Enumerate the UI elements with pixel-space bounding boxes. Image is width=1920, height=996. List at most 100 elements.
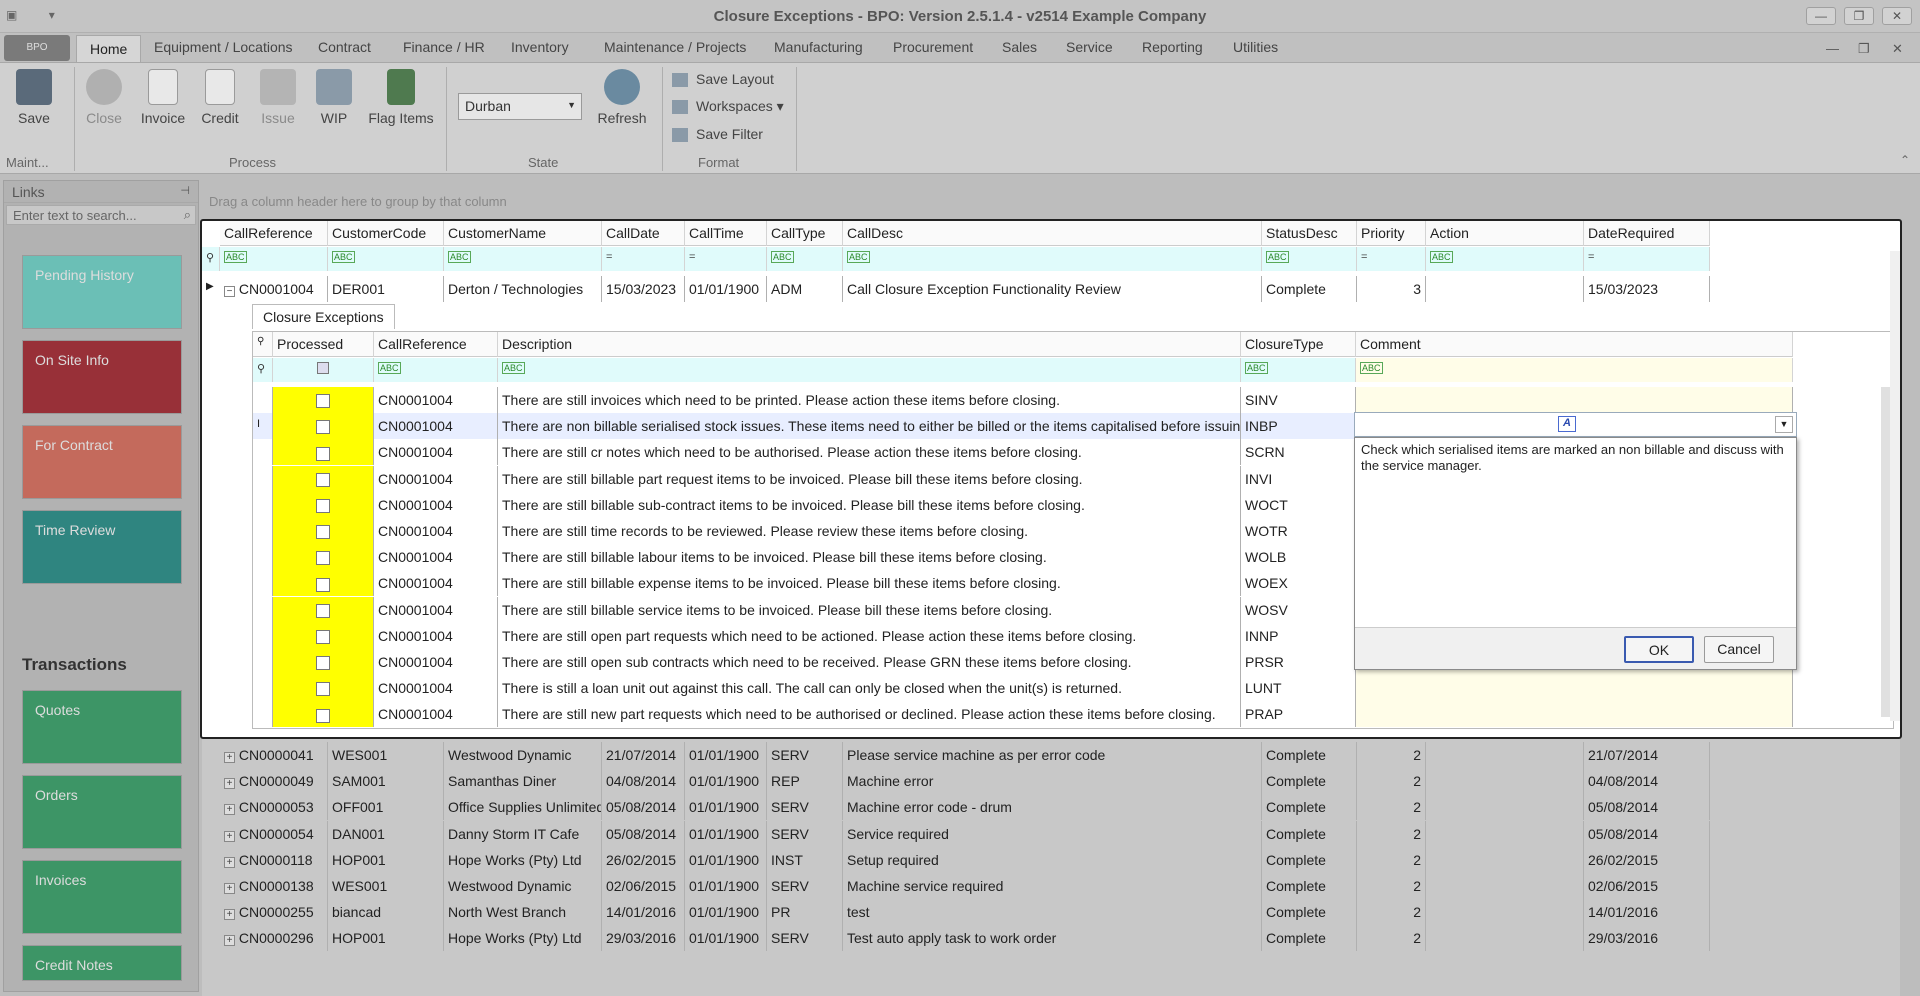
tile-orders[interactable]: Orders (22, 775, 182, 849)
processed-checkbox[interactable] (316, 577, 330, 592)
save-button[interactable]: Save (14, 69, 54, 126)
filter-calltype[interactable]: ABC (767, 247, 843, 271)
processed-checkbox-cell[interactable] (273, 413, 374, 440)
processed-checkbox[interactable] (316, 446, 330, 461)
expand-icon[interactable]: + (224, 830, 235, 842)
col-processed[interactable]: Processed (273, 332, 374, 357)
col-closuretype[interactable]: ClosureType (1241, 332, 1356, 357)
tab-procurement[interactable]: Procurement (893, 39, 973, 55)
tab-manufacturing[interactable]: Manufacturing (774, 39, 863, 55)
close-button[interactable]: Close (84, 69, 124, 126)
save-layout-button[interactable]: Save Layout (672, 71, 774, 88)
flag-items-button[interactable]: Flag Items (368, 69, 434, 126)
wip-button[interactable]: WIP (314, 69, 354, 126)
processed-checkbox-cell[interactable] (273, 596, 374, 623)
col-calltype[interactable]: CallType (767, 221, 843, 246)
col-sub-callreference[interactable]: CallReference (374, 332, 498, 357)
call-row[interactable]: + CN0000049 SAM001 Samanthas Diner 04/08/20… (220, 768, 1710, 795)
processed-checkbox[interactable] (316, 551, 330, 566)
processed-checkbox[interactable] (316, 603, 330, 618)
cell-comment[interactable] (1356, 387, 1793, 413)
col-callreference[interactable]: CallReference (220, 221, 328, 246)
close-window-button[interactable]: ✕ (1882, 7, 1912, 25)
exception-row[interactable]: CN0001004 There are still new part reques… (253, 701, 1793, 728)
credit-button[interactable]: Credit (198, 69, 242, 126)
location-combobox[interactable]: Durban (458, 93, 582, 120)
mdi-close-button[interactable]: ✕ (1892, 41, 1903, 57)
filter-comment[interactable]: ABC (1356, 358, 1793, 382)
tab-maintenance-projects[interactable]: Maintenance / Projects (604, 39, 746, 55)
processed-checkbox[interactable] (316, 394, 330, 409)
tab-service[interactable]: Service (1066, 39, 1113, 55)
processed-checkbox-cell[interactable] (273, 465, 374, 492)
filter-customername[interactable]: ABC (444, 247, 602, 271)
exception-row[interactable]: CN0001004 There is still a loan unit out … (253, 675, 1793, 702)
tab-home[interactable]: Home (76, 35, 142, 65)
cell-comment[interactable] (1356, 701, 1793, 728)
filter-processed[interactable] (273, 358, 374, 382)
cancel-button[interactable]: Cancel (1704, 636, 1774, 663)
filter-statusdesc[interactable]: ABC (1262, 247, 1357, 271)
filter-priority[interactable]: = (1357, 247, 1426, 271)
filter-callreference[interactable]: ABC (220, 247, 328, 271)
tile-for-contract[interactable]: For Contract (22, 425, 182, 499)
text-format-icon[interactable]: A (1558, 416, 1576, 432)
tab-closure-exceptions[interactable]: Closure Exceptions (252, 304, 395, 329)
save-filter-button[interactable]: Save Filter (672, 126, 763, 143)
call-row[interactable]: + CN0000053 OFF001 Office Supplies Unlimit… (220, 794, 1710, 821)
processed-checkbox-cell[interactable] (273, 701, 374, 728)
mdi-minimize-button[interactable]: — (1826, 41, 1839, 56)
group-by-panel[interactable]: Drag a column header here to group by th… (203, 188, 1898, 216)
processed-checkbox-cell[interactable] (273, 491, 374, 518)
filter-action[interactable]: ABC (1426, 247, 1584, 271)
panel-scrollbar[interactable] (1890, 251, 1900, 721)
minimize-button[interactable]: — (1806, 7, 1836, 25)
processed-checkbox-cell[interactable] (273, 387, 374, 413)
filter-customercode[interactable]: ABC (328, 247, 444, 271)
processed-checkbox[interactable] (316, 472, 330, 487)
col-daterequired[interactable]: DateRequired (1584, 221, 1710, 246)
tab-equipment-locations[interactable]: Equipment / Locations (154, 39, 293, 55)
col-description[interactable]: Description (498, 332, 1241, 357)
col-calldesc[interactable]: CallDesc (843, 221, 1262, 246)
expand-icon[interactable]: + (224, 804, 235, 816)
col-calltime[interactable]: CallTime (685, 221, 767, 246)
tab-reporting[interactable]: Reporting (1142, 39, 1203, 55)
column-chooser-icon[interactable]: ⚲ (253, 332, 273, 357)
filter-calltime[interactable]: = (685, 247, 767, 271)
processed-checkbox-cell[interactable] (273, 622, 374, 649)
call-row[interactable]: + CN0000054 DAN001 Danny Storm IT Cafe 05/0… (220, 820, 1710, 847)
processed-checkbox-cell[interactable] (273, 439, 374, 466)
col-statusdesc[interactable]: StatusDesc (1262, 221, 1357, 246)
processed-checkbox[interactable] (316, 525, 330, 540)
dropdown-arrow-icon[interactable]: ▼ (1775, 416, 1793, 433)
col-calldate[interactable]: CallDate (602, 221, 685, 246)
processed-checkbox-cell[interactable] (273, 570, 374, 597)
call-row[interactable]: + CN0000255 biancad North West Branch 14/01… (220, 899, 1710, 926)
links-search-input[interactable]: Enter text to search... ⌕ (6, 205, 196, 225)
issue-button[interactable]: Issue (258, 69, 298, 126)
processed-checkbox[interactable] (316, 708, 330, 723)
filter-closuretype[interactable]: ABC (1241, 358, 1356, 382)
expand-icon[interactable]: + (224, 883, 235, 894)
tile-invoices[interactable]: Invoices (22, 860, 182, 934)
call-row[interactable]: + CN0000041 WES001 Westwood Dynamic 21/07/2… (220, 742, 1710, 768)
refresh-button[interactable]: Refresh (594, 69, 650, 126)
processed-checkbox[interactable] (316, 656, 330, 671)
workspaces-button[interactable]: Workspaces ▾ (672, 98, 784, 115)
expand-icon[interactable]: + (224, 935, 235, 947)
filter-daterequired[interactable]: = (1584, 247, 1710, 271)
tab-utilities[interactable]: Utilities (1233, 39, 1278, 55)
collapse-ribbon-icon[interactable]: ⌃ (1900, 153, 1910, 167)
tab-contract[interactable]: Contract (318, 39, 371, 55)
col-comment[interactable]: Comment (1356, 332, 1793, 357)
col-customercode[interactable]: CustomerCode (328, 221, 444, 246)
expanded-call-row[interactable]: ▶ − CN0001004 DER001 Derton / Technologi… (202, 276, 1710, 302)
exception-row[interactable]: CN0001004 There are still invoices which … (253, 387, 1793, 413)
processed-checkbox-cell[interactable] (273, 518, 374, 544)
processed-checkbox-cell[interactable] (273, 675, 374, 702)
comment-editor[interactable]: A ▼ (1354, 412, 1797, 437)
call-row[interactable]: + CN0000138 WES001 Westwood Dynamic 02/06/2… (220, 873, 1710, 899)
tab-finance-hr[interactable]: Finance / HR (403, 39, 485, 55)
tab-sales[interactable]: Sales (1002, 39, 1037, 55)
